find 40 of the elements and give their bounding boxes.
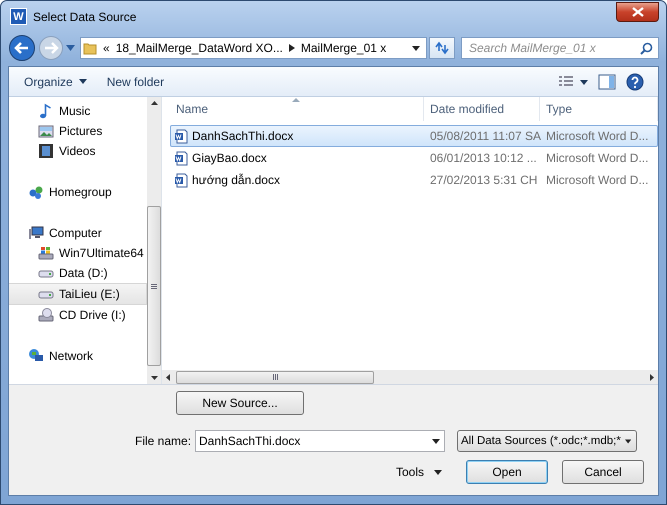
sidebar-item[interactable]: Network [9,346,147,366]
date-cell: 05/08/2011 11:07 SA [430,129,541,143]
breadcrumb-item[interactable]: 18_MailMerge_DataWord XO... [116,41,283,55]
sidebar-item[interactable]: Homegroup [9,182,147,202]
breadcrumb-item[interactable]: MailMerge_01 x [300,41,386,55]
type-cell: Microsoft Word D... [546,129,648,143]
sidebar-item[interactable]: TaiLieu (E:) [9,283,147,305]
file-name-label: File name: [135,434,192,448]
file-name[interactable]: GiayBao.docx [174,150,267,166]
tools-menu[interactable]: Tools [390,464,448,480]
date-cell: 06/01/2013 10:12 ... [430,151,537,165]
sidebar-item[interactable]: CD Drive (I:) [9,305,147,325]
file-type-dropdown[interactable]: All Data Sources (*.odc;*.mdb;* [457,430,637,452]
date-cell: 27/02/2013 5:31 CH [430,173,538,187]
sidebar-item[interactable]: Win7Ultimate64 [9,243,147,263]
column-header[interactable]: Name [170,97,424,121]
address-bar[interactable]: « 18_MailMerge_DataWord XO... MailMerge_01 x [80,37,427,59]
column-header[interactable]: Date modified [424,97,540,121]
file-name[interactable]: hướng dẫn.docx [174,172,280,188]
column-header[interactable]: Type [540,97,658,121]
window-title: Select Data Source [33,10,136,24]
type-cell: Microsoft Word D... [546,173,648,187]
sidebar-item[interactable]: Videos [9,141,147,161]
sidebar-item[interactable]: Music [9,101,147,121]
sidebar-item[interactable]: Data (D:) [9,263,147,283]
word-icon: W [10,8,27,25]
new-folder-button[interactable]: New folder [102,72,170,90]
file-row[interactable]: GiayBao.docx 06/01/2013 10:12 ... Microsoft Word D... [170,147,658,169]
organize-menu[interactable]: Organize [19,72,92,90]
new-source-button[interactable]: New Source... [176,391,304,415]
file-name[interactable]: DanhSachThi.docx [174,128,294,144]
file-row[interactable]: DanhSachThi.docx 05/08/2011 11:07 SA Microsoft Word D... [170,125,658,147]
breadcrumb-overflow[interactable]: « [103,41,110,55]
file-row[interactable]: hướng dẫn.docx 27/02/2013 5:31 CH Microsoft Word D... [170,169,658,191]
search-field[interactable]: Search MailMerge_01 x [461,37,659,59]
sidebar-item[interactable]: Pictures [9,121,147,141]
cancel-button[interactable]: Cancel [562,460,644,484]
type-cell: Microsoft Word D... [546,151,648,165]
sidebar-item[interactable]: Computer [9,223,147,243]
open-button[interactable]: Open [466,460,548,484]
